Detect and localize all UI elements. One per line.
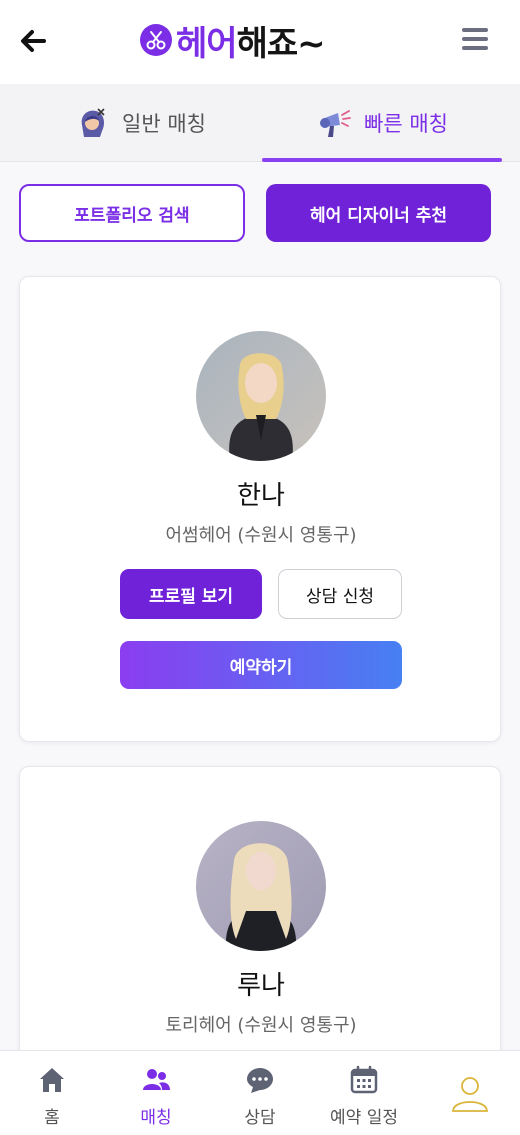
designer-avatar[interactable] bbox=[196, 331, 326, 461]
users-icon bbox=[143, 1069, 170, 1090]
back-button[interactable] bbox=[16, 24, 50, 58]
designer-salon: 어썸헤어 (수원시 영통구) bbox=[165, 525, 357, 546]
designer-recommend-button[interactable]: 헤어 디자이너 추천 bbox=[266, 184, 491, 242]
chat-bubble-icon bbox=[247, 1068, 273, 1093]
nav-item-consult[interactable]: 상담 bbox=[208, 1051, 312, 1135]
bottom-navigation: 홈 매칭 상담 예약 일정 bbox=[0, 1050, 520, 1135]
calendar-icon bbox=[350, 1065, 378, 1094]
portfolio-search-button[interactable]: 포트폴리오 검색 bbox=[19, 184, 245, 242]
designer-name: 한나 bbox=[237, 481, 285, 511]
tab-general-matching[interactable]: 일반 매칭 bbox=[20, 84, 260, 162]
nav-label-home: 홈 bbox=[44, 1108, 60, 1128]
consult-request-button[interactable]: 상담 신청 bbox=[278, 569, 402, 619]
tab-fast-matching[interactable]: 빠른 매칭 bbox=[262, 84, 502, 162]
nav-label-schedule: 예약 일정 bbox=[330, 1108, 398, 1128]
designer-name: 루나 bbox=[237, 971, 285, 1001]
designer-avatar[interactable] bbox=[196, 821, 326, 951]
nav-label-matching: 매칭 bbox=[140, 1108, 172, 1128]
logo-text-part2: 해 bbox=[236, 23, 268, 64]
matching-tabs: 일반 매칭 빠른 매칭 bbox=[0, 84, 520, 162]
designer-salon: 토리헤어 (수원시 영통구) bbox=[165, 1015, 357, 1036]
nav-item-home[interactable]: 홈 bbox=[0, 1051, 104, 1135]
nav-item-profile[interactable] bbox=[416, 1051, 520, 1135]
arrow-left-icon bbox=[21, 30, 46, 52]
designer-card: 루나 토리헤어 (수원시 영통구) bbox=[19, 766, 501, 1066]
active-tab-indicator bbox=[262, 158, 502, 162]
home-icon bbox=[40, 1068, 64, 1092]
hamburger-menu-icon[interactable] bbox=[462, 28, 488, 54]
nav-label-consult: 상담 bbox=[244, 1108, 276, 1128]
book-button[interactable]: 예약하기 bbox=[120, 641, 402, 689]
tab-fast-label: 빠른 매칭 bbox=[364, 112, 448, 136]
tab-general-label: 일반 매칭 bbox=[122, 112, 206, 136]
app-header: 헤어해죠~ bbox=[0, 0, 520, 84]
user-profile-icon bbox=[452, 1077, 488, 1112]
nav-item-schedule[interactable]: 예약 일정 bbox=[312, 1051, 416, 1135]
view-profile-button[interactable]: 프로필 보기 bbox=[120, 569, 262, 619]
logo-text: 헤어해죠~ bbox=[176, 16, 326, 65]
scissors-icon bbox=[140, 24, 172, 56]
designer-card: 한나 어썸헤어 (수원시 영통구) 프로필 보기 상담 신청 예약하기 bbox=[19, 276, 501, 742]
hair-dryer-icon bbox=[320, 110, 351, 137]
hair-cut-person-icon bbox=[81, 108, 105, 137]
logo-text-part1: 헤어 bbox=[176, 23, 238, 64]
nav-item-matching[interactable]: 매칭 bbox=[104, 1051, 208, 1135]
app-logo[interactable]: 헤어해죠~ bbox=[140, 14, 326, 66]
logo-text-part3: 죠~ bbox=[266, 23, 326, 64]
